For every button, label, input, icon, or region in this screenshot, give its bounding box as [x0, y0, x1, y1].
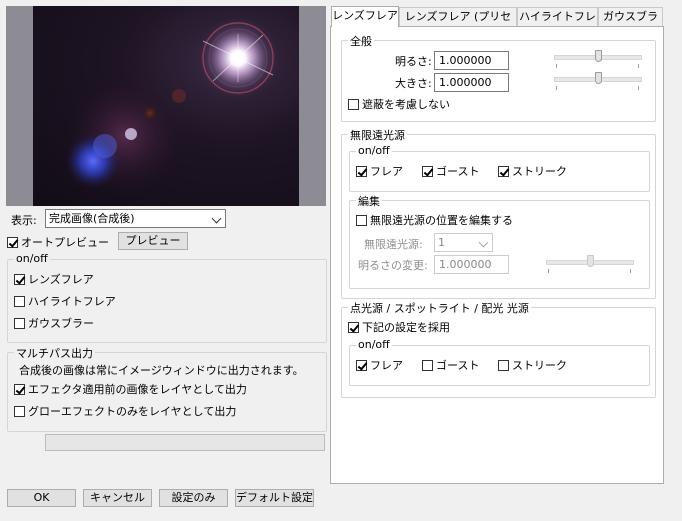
- checkbox-label: ストリーク: [512, 165, 567, 178]
- brightness-label: 明るさ:: [395, 55, 432, 68]
- progress-bar: [45, 434, 325, 451]
- preview-area: [6, 6, 326, 206]
- checkbox-label: 無限遠光源の位置を編集する: [370, 214, 513, 227]
- tab-highlight-flare[interactable]: ハイライトフレア: [517, 7, 598, 41]
- slider-thumb[interactable]: [595, 72, 602, 84]
- auto-preview-label: オートプレビュー: [21, 236, 109, 249]
- size-slider[interactable]: [554, 72, 642, 90]
- checkbox-box: [498, 165, 509, 177]
- size-input[interactable]: 1.000000: [434, 73, 509, 92]
- checkbox-box: [348, 98, 359, 110]
- size-label: 大きさ:: [395, 77, 432, 90]
- ignore-occlusion-checkbox[interactable]: 遮蔽を考慮しない: [348, 96, 450, 112]
- infinite-source-label: 無限遠光源:: [364, 238, 423, 251]
- gauss-blur-checkbox[interactable]: ガウスブラー: [14, 315, 94, 331]
- lens-flare-checkbox[interactable]: レンズフレア: [14, 271, 94, 287]
- point-onoff-title: on/off: [356, 338, 392, 351]
- tab-lens-flare-preset[interactable]: レンズフレア (プリセット): [399, 7, 517, 41]
- checkbox-box: [498, 359, 509, 371]
- brightness-slider[interactable]: [554, 50, 642, 68]
- lens-flare-preview-image: [33, 6, 299, 206]
- checkbox-box: [14, 383, 25, 395]
- chevron-down-icon: [211, 213, 222, 224]
- tab-lens-flare[interactable]: レンズフレア: [331, 6, 399, 27]
- checkbox-box: [14, 317, 25, 329]
- slider-tick: [556, 86, 557, 90]
- slider-thumb[interactable]: [587, 255, 594, 267]
- slider-tick: [630, 269, 631, 273]
- infinite-streak-checkbox[interactable]: ストリーク: [498, 163, 567, 179]
- point-streak-checkbox[interactable]: ストリーク: [498, 357, 567, 373]
- highlight-flare-checkbox[interactable]: ハイライトフレア: [14, 293, 116, 309]
- checkbox-box: [14, 295, 25, 307]
- slider-tick: [548, 269, 549, 273]
- checkbox-label: ハイライトフレア: [28, 295, 116, 308]
- display-label: 表示:: [11, 214, 37, 227]
- auto-preview-checkbox[interactable]: オートプレビュー: [7, 234, 109, 250]
- slider-tick: [556, 64, 557, 68]
- infinite-onoff-title: on/off: [356, 144, 392, 157]
- chevron-down-icon: [478, 237, 489, 248]
- checkbox-box: [356, 214, 367, 226]
- output-pre-effect-checkbox[interactable]: エフェクタ適用前の画像をレイヤとして出力: [14, 381, 247, 397]
- tab-gauss-blur[interactable]: ガウスブラー: [598, 7, 663, 41]
- checkbox-box: [14, 273, 25, 285]
- slider-tick: [638, 64, 639, 68]
- checkbox-label: ゴースト: [436, 359, 480, 372]
- brightness-input[interactable]: 1.000000: [434, 51, 509, 70]
- checkbox-label: フレア: [370, 359, 403, 372]
- slider-tick: [638, 86, 639, 90]
- checkbox-box: [14, 405, 25, 417]
- brightness-change-input[interactable]: 1.000000: [434, 255, 509, 274]
- brightness-change-label: 明るさの変更:: [358, 259, 428, 272]
- checkbox-box: [356, 359, 367, 371]
- edit-infinite-position-checkbox[interactable]: 無限遠光源の位置を編集する: [356, 212, 513, 228]
- general-group-title: 全般: [348, 33, 374, 49]
- infinite-ghost-checkbox[interactable]: ゴースト: [422, 163, 479, 179]
- checkbox-label: グローエフェクトのみをレイヤとして出力: [28, 405, 237, 418]
- display-select[interactable]: 完成画像(合成後): [45, 209, 226, 228]
- checkbox-label: 遮蔽を考慮しない: [362, 98, 450, 111]
- settings-only-button[interactable]: 設定のみ: [159, 489, 228, 507]
- checkbox-box: [422, 165, 433, 177]
- checkbox-box: [348, 321, 359, 333]
- slider-thumb[interactable]: [595, 50, 602, 62]
- checkbox-label: ストリーク: [512, 359, 567, 372]
- infinite-edit-title: 編集: [356, 193, 382, 209]
- onoff-group-title: on/off: [14, 252, 50, 265]
- checkbox-box: [7, 236, 18, 248]
- checkbox-label: ガウスブラー: [28, 317, 94, 330]
- display-select-value: 完成画像(合成後): [49, 212, 135, 225]
- multipass-group-title: マルチパス出力: [14, 345, 95, 361]
- checkbox-label: 下記の設定を採用: [362, 321, 450, 334]
- infinite-light-group-title: 無限遠光源: [348, 127, 407, 143]
- checkbox-label: ゴースト: [436, 165, 480, 178]
- checkbox-box: [356, 165, 367, 177]
- brightness-change-slider[interactable]: [546, 255, 634, 273]
- output-glow-only-checkbox[interactable]: グローエフェクトのみをレイヤとして出力: [14, 403, 236, 419]
- infinite-source-select[interactable]: 1: [434, 233, 493, 252]
- point-flare-checkbox[interactable]: フレア: [356, 357, 403, 373]
- default-settings-button[interactable]: デフォルト設定: [235, 489, 314, 507]
- point-light-group-title: 点光源 / スポットライト / 配光 光源: [348, 300, 531, 316]
- infinite-flare-checkbox[interactable]: フレア: [356, 163, 403, 179]
- checkbox-label: レンズフレア: [28, 273, 94, 286]
- multipass-note: 合成後の画像は常にイメージウィンドウに出力されます。: [19, 364, 304, 377]
- use-settings-checkbox[interactable]: 下記の設定を採用: [348, 319, 450, 335]
- checkbox-label: エフェクタ適用前の画像をレイヤとして出力: [28, 383, 247, 396]
- checkbox-label: フレア: [370, 165, 403, 178]
- checkbox-box: [422, 359, 433, 371]
- cancel-button[interactable]: キャンセル: [83, 489, 152, 507]
- point-ghost-checkbox[interactable]: ゴースト: [422, 357, 479, 373]
- ok-button[interactable]: OK: [7, 489, 76, 507]
- infinite-source-value: 1: [438, 236, 445, 249]
- preview-button[interactable]: プレビュー: [118, 232, 188, 250]
